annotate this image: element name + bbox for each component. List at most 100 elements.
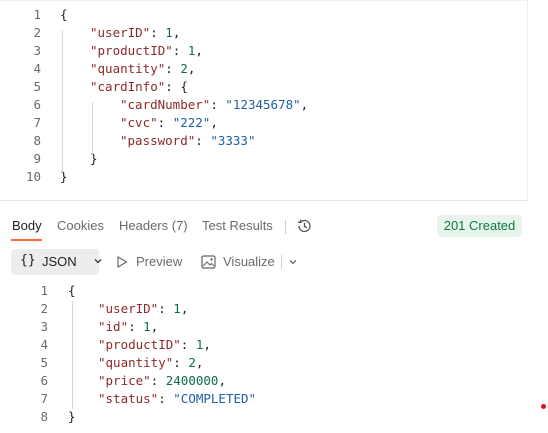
code-line: 8 "password": "3333" [0,132,500,150]
code-token: : [158,301,174,316]
code-token: { [68,283,76,298]
line-number: 9 [33,151,41,166]
tab-headers[interactable]: Headers (7) [119,218,188,233]
code-token: : [150,373,166,388]
line-number: 1 [40,283,48,298]
code-line: 4 "quantity": 2, [0,60,500,78]
code-text: "price": 2400000, [98,372,226,390]
code-text: "cvc": "222", [120,114,218,132]
code-token: : [150,25,166,40]
code-token: : [158,391,174,406]
response-toolbar: {} JSON Preview Visualize [0,249,528,277]
code-text: "status": "COMPLETED" [98,390,256,408]
code-token: , [195,43,203,58]
preview-button[interactable]: Preview [136,254,182,269]
code-line: 3 "productID": 1, [0,42,500,60]
format-dropdown[interactable]: {} JSON [11,249,102,275]
active-tab-indicator [11,239,42,241]
code-line: 7 "cvc": "222", [0,114,500,132]
code-text: "quantity": 2, [90,60,195,78]
code-token: , [195,355,204,370]
indent-guide [62,30,63,174]
status-badge[interactable]: 201 Created [437,215,522,237]
divider [281,255,282,269]
code-token: "productID" [98,337,181,352]
code-line: 1{ [20,282,520,300]
line-number: 6 [40,373,48,388]
line-number: 7 [40,391,48,406]
divider [285,220,286,234]
code-text: "userID": 1, [98,300,188,318]
code-line: 6 "cardNumber": "12345678", [0,96,500,114]
line-number: 3 [40,319,48,334]
code-text: "cardNumber": "12345678", [120,96,308,114]
code-token: : [195,133,211,148]
code-token: "COMPLETED" [173,391,257,406]
chevron-down-icon [94,259,102,264]
code-text: "userID": 1, [90,24,180,42]
line-number: 4 [40,337,48,352]
code-token: "status" [98,391,159,406]
history-icon[interactable] [296,218,312,234]
code-token: "12345678" [225,97,301,112]
code-text: "id": 1, [98,318,158,336]
indent-guide [92,102,93,156]
code-token: "222" [172,115,211,130]
code-text: } [68,408,76,426]
braces-icon: {} [20,253,36,268]
code-line: 10} [0,168,500,186]
code-line: 8} [20,408,520,426]
chevron-down-icon[interactable] [288,257,298,267]
code-line: 4 "productID": 1, [20,336,520,354]
code-token: : [165,61,181,76]
tab-cookies[interactable]: Cookies [57,218,104,233]
code-token: { [60,7,68,22]
line-number: 5 [33,79,41,94]
format-label: JSON [42,254,77,269]
line-number: 7 [33,115,41,130]
code-token: "userID" [90,25,151,40]
line-number: 6 [33,97,41,112]
line-number: 8 [33,133,41,148]
code-token: , [180,301,189,316]
code-token: : [173,355,189,370]
line-number: 2 [40,301,48,316]
play-icon[interactable] [115,255,129,269]
code-line: 5 "quantity": 2, [20,354,520,372]
tab-body[interactable]: Body [12,218,42,233]
code-token: : [210,97,226,112]
code-text: "productID": 1, [98,336,211,354]
code-token: : [180,337,196,352]
code-token: } [68,409,76,424]
code-line: 3 "id": 1, [20,318,520,336]
line-number: 3 [33,43,41,58]
code-token: : [157,115,173,130]
code-text: "productID": 1, [90,42,203,60]
divider [527,0,528,201]
code-token: "quantity" [98,355,174,370]
code-line: 5 "cardInfo": { [0,78,500,96]
code-token: , [150,319,159,334]
code-token: "price" [98,373,151,388]
code-token: "userID" [98,301,159,316]
code-token: , [300,97,309,112]
image-icon[interactable] [201,255,216,269]
code-token: , [172,25,181,40]
code-line: 7 "status": "COMPLETED" [20,390,520,408]
code-text: "quantity": 2, [98,354,203,372]
line-number: 5 [40,355,48,370]
request-body-editor[interactable]: 1 {2 "userID": 1, 3 "productID": 1, 4 "quantit… [0,0,528,201]
code-line: 2 "userID": 1, [0,24,500,42]
code-token: 1 [173,301,181,316]
notification-dot [541,404,546,409]
code-token: 1 [165,25,173,40]
code-token: : [128,319,144,334]
code-token: "cardInfo" [90,79,166,94]
code-line: 9} [0,150,500,168]
code-text: { [68,282,76,300]
tab-test-results[interactable]: Test Results [202,218,273,233]
code-token: , [203,337,211,352]
visualize-button[interactable]: Visualize [223,254,275,269]
line-number: 8 [40,409,48,424]
code-text: { [60,6,68,24]
